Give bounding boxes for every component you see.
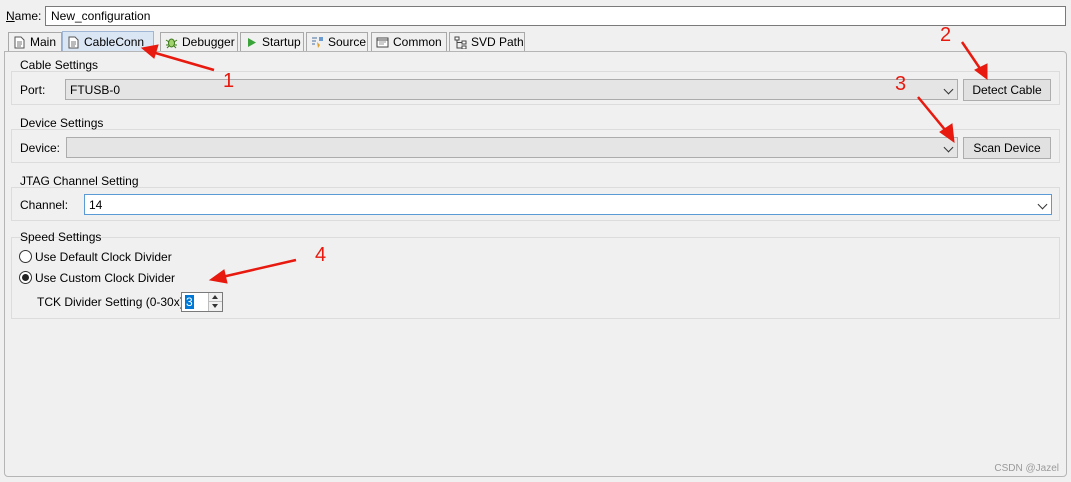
tab-main[interactable]: Main <box>8 32 62 51</box>
tab-label: Startup <box>262 35 301 49</box>
port-value: FTUSB-0 <box>70 83 121 97</box>
speed-settings-title: Speed Settings <box>20 230 102 244</box>
tab-label: SVD Path <box>471 35 524 49</box>
tab-debugger[interactable]: Debugger <box>160 32 238 51</box>
annotation-label-1: 1 <box>223 70 235 92</box>
document-icon <box>13 36 26 49</box>
detect-cable-button[interactable]: Detect Cable <box>963 79 1051 101</box>
tab-label: Debugger <box>182 35 235 49</box>
default-clock-radio[interactable] <box>19 250 32 263</box>
tab-common[interactable]: Common <box>371 32 447 51</box>
custom-clock-radio[interactable] <box>19 271 32 284</box>
tab-cableconn[interactable]: CableConn <box>62 31 154 52</box>
chevron-down-icon <box>1037 199 1048 210</box>
chevron-down-icon <box>943 84 954 95</box>
watermark: CSDN @Jazel <box>994 463 1059 474</box>
tab-label: Source <box>328 35 367 49</box>
port-label: Port: <box>20 83 46 97</box>
custom-clock-label: Use Custom Clock Divider <box>35 271 176 285</box>
channel-label: Channel: <box>20 198 69 212</box>
tab-label: Main <box>30 35 57 49</box>
tck-divider-label: TCK Divider Setting (0-30x) <box>37 295 184 309</box>
tab-svd-path[interactable]: SVD Path <box>449 32 525 51</box>
tck-divider-value: 3 <box>185 295 194 309</box>
play-icon <box>245 36 258 49</box>
arrow-down-icon <box>212 304 218 308</box>
scan-device-button[interactable]: Scan Device <box>963 137 1051 159</box>
bug-icon <box>165 36 178 49</box>
document-icon <box>67 36 80 49</box>
name-input[interactable]: New_configuration <box>45 6 1066 26</box>
channel-value: 14 <box>89 198 103 212</box>
tab-source[interactable]: Source <box>306 32 368 51</box>
device-select[interactable] <box>66 137 958 158</box>
cable-settings-title: Cable Settings <box>20 58 99 72</box>
chevron-down-icon <box>943 142 954 153</box>
spinner-buttons <box>208 293 222 311</box>
annotation-label-2: 2 <box>940 24 952 46</box>
spinner-up-button[interactable] <box>209 293 222 302</box>
tab-label: CableConn <box>84 35 145 49</box>
device-settings-title: Device Settings <box>20 116 104 130</box>
channel-select[interactable]: 14 <box>84 194 1052 215</box>
port-select[interactable]: FTUSB-0 <box>65 79 958 100</box>
annotation-label-4: 4 <box>315 244 327 266</box>
window-icon <box>376 36 389 49</box>
spinner-down-button[interactable] <box>209 302 222 311</box>
annotation-label-3: 3 <box>895 73 907 95</box>
tck-divider-spinner[interactable]: 3 <box>181 292 223 312</box>
name-label: Name: <box>6 9 42 23</box>
jtag-settings-title: JTAG Channel Setting <box>20 174 139 188</box>
tab-label: Common <box>393 35 442 49</box>
source-icon <box>311 36 324 49</box>
arrow-up-icon <box>212 295 218 299</box>
tree-icon <box>454 36 467 49</box>
device-label: Device: <box>20 141 61 155</box>
tab-startup[interactable]: Startup <box>240 32 304 51</box>
default-clock-label: Use Default Clock Divider <box>35 250 172 264</box>
